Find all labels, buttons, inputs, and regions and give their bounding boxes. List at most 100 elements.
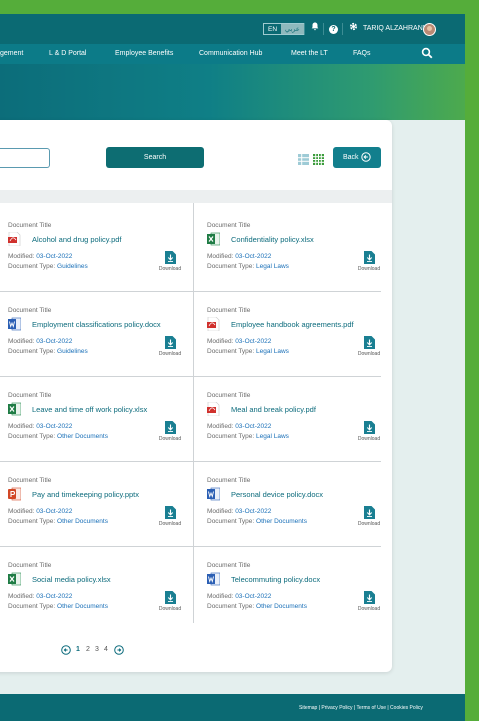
pdf-file-icon xyxy=(8,231,21,247)
download-button[interactable]: Download xyxy=(354,251,384,275)
help-icon[interactable]: ? xyxy=(329,25,338,34)
download-button[interactable]: Download xyxy=(354,336,384,360)
document-name-link[interactable]: Social media policy.xlsx xyxy=(32,575,111,584)
document-type-link[interactable]: Other Documents xyxy=(57,518,108,525)
download-button[interactable]: Download xyxy=(155,336,185,360)
lang-en[interactable]: EN xyxy=(264,24,281,34)
document-type-label: Document Type: xyxy=(207,263,255,270)
document-item: Document Title Telecommuting policy.docx M… xyxy=(207,562,392,622)
document-type-label: Document Type: xyxy=(207,518,255,525)
user-name[interactable]: TARIQ ALZAHRANI xyxy=(363,25,425,32)
modified-value: 03-Oct-2022 xyxy=(235,253,272,260)
column-divider xyxy=(193,203,194,623)
search-input[interactable] xyxy=(0,148,50,168)
document-name-link[interactable]: Leave and time off work policy.xlsx xyxy=(32,405,147,414)
download-button[interactable]: Download xyxy=(354,421,384,445)
modified-date: Modified: 03-Oct-2022 xyxy=(207,253,271,260)
grid-view-icon[interactable] xyxy=(313,152,324,165)
download-icon xyxy=(354,506,384,519)
download-label: Download xyxy=(158,351,182,357)
list-view-icon[interactable] xyxy=(298,152,309,165)
document-type-link[interactable]: Other Documents xyxy=(57,603,108,610)
download-button[interactable]: Download xyxy=(354,506,384,530)
modified-label: Modified: xyxy=(207,508,234,515)
modified-date: Modified: 03-Oct-2022 xyxy=(207,423,271,430)
document-name-link[interactable]: Meal and break policy.pdf xyxy=(231,405,316,414)
page-3[interactable]: 3 xyxy=(95,646,99,653)
download-icon xyxy=(155,506,185,519)
footer: Sitemap | Privacy Policy | Terms of Use … xyxy=(0,694,465,721)
nav-item-communication-hub[interactable]: Communication Hub xyxy=(199,50,262,57)
avatar[interactable] xyxy=(423,23,436,36)
nav-item-faqs[interactable]: FAQs xyxy=(353,50,371,57)
document-item: Document Title Alcohol and drug policy.pd… xyxy=(8,222,193,282)
download-button[interactable]: Download xyxy=(155,421,185,445)
download-label: Download xyxy=(357,521,381,527)
bell-icon[interactable] xyxy=(309,22,321,36)
document-type-link[interactable]: Guidelines xyxy=(57,263,88,270)
document-type-link[interactable]: Other Documents xyxy=(57,433,108,440)
download-button[interactable]: Download xyxy=(155,591,185,615)
document-title-caption: Document Title xyxy=(8,222,52,229)
nav-item-meet-the-lt[interactable]: Meet the LT xyxy=(291,50,328,57)
lang-ar[interactable]: عربي xyxy=(281,24,304,34)
pdf-file-icon xyxy=(207,316,220,332)
document-item: Document Title Pay and timekeeping policy… xyxy=(8,477,193,537)
page-2[interactable]: 2 xyxy=(86,646,90,653)
document-type-link[interactable]: Legal Laws xyxy=(256,263,289,270)
search-button[interactable]: Search xyxy=(106,147,204,168)
back-button[interactable]: Back xyxy=(333,147,381,168)
document-item: Document Title Personal device policy.doc… xyxy=(207,477,392,537)
page-1[interactable]: 1 xyxy=(76,646,80,653)
document-name-link[interactable]: Alcohol and drug policy.pdf xyxy=(32,235,122,244)
language-switcher[interactable]: EN عربي xyxy=(263,23,305,35)
download-label: Download xyxy=(357,266,381,272)
download-button[interactable]: Download xyxy=(354,591,384,615)
document-title-caption: Document Title xyxy=(207,562,251,569)
document-name-link[interactable]: Personal device policy.docx xyxy=(231,490,323,499)
document-name-link[interactable]: Confidentiality policy.xlsx xyxy=(231,235,314,244)
document-type-link[interactable]: Legal Laws xyxy=(256,348,289,355)
modified-date: Modified: 03-Oct-2022 xyxy=(8,423,72,430)
modified-label: Modified: xyxy=(207,338,234,345)
document-type-link[interactable]: Legal Laws xyxy=(256,433,289,440)
download-button[interactable]: Download xyxy=(155,506,185,530)
download-icon xyxy=(155,336,185,349)
document-type-link[interactable]: Other Documents xyxy=(256,603,307,610)
modified-value: 03-Oct-2022 xyxy=(36,593,73,600)
docx-file-icon xyxy=(207,572,221,586)
portal-page: EN عربي ? TARIQ ALZAHRANI gement L & D P… xyxy=(0,14,465,721)
xlsx-file-icon xyxy=(8,572,22,586)
download-button[interactable]: Download xyxy=(155,251,185,275)
next-page-icon[interactable] xyxy=(114,645,124,655)
document-type: Document Type: Guidelines xyxy=(8,348,88,355)
row-divider xyxy=(0,291,381,292)
download-label: Download xyxy=(158,436,182,442)
document-type-label: Document Type: xyxy=(207,433,255,440)
nav-item-ld-portal[interactable]: L & D Portal xyxy=(49,50,86,57)
document-name-link[interactable]: Employment classifications policy.docx xyxy=(32,320,161,329)
prev-page-icon[interactable] xyxy=(61,645,71,655)
document-type-link[interactable]: Other Documents xyxy=(256,518,307,525)
footer-links[interactable]: Sitemap | Privacy Policy | Terms of Use … xyxy=(299,705,423,711)
document-item: Document Title Confidentiality policy.xls… xyxy=(207,222,392,282)
gear-icon[interactable] xyxy=(347,22,359,36)
divider xyxy=(323,23,324,35)
download-label: Download xyxy=(357,436,381,442)
document-name-link[interactable]: Pay and timekeeping policy.pptx xyxy=(32,490,139,499)
modified-label: Modified: xyxy=(207,423,234,430)
document-name-link[interactable]: Telecommuting policy.docx xyxy=(231,575,320,584)
row-divider xyxy=(0,546,381,547)
document-type-link[interactable]: Guidelines xyxy=(57,348,88,355)
download-label: Download xyxy=(158,521,182,527)
document-name-link[interactable]: Employee handbook agreements.pdf xyxy=(231,320,354,329)
page-4[interactable]: 4 xyxy=(104,646,108,653)
nav-item-management[interactable]: gement xyxy=(0,50,23,57)
search-icon[interactable] xyxy=(421,47,433,59)
download-label: Download xyxy=(357,606,381,612)
modified-label: Modified: xyxy=(8,423,35,430)
nav-item-employee-benefits[interactable]: Employee Benefits xyxy=(115,50,173,57)
download-icon xyxy=(354,421,384,434)
xlsx-file-icon xyxy=(207,232,221,246)
document-title-caption: Document Title xyxy=(207,222,251,229)
